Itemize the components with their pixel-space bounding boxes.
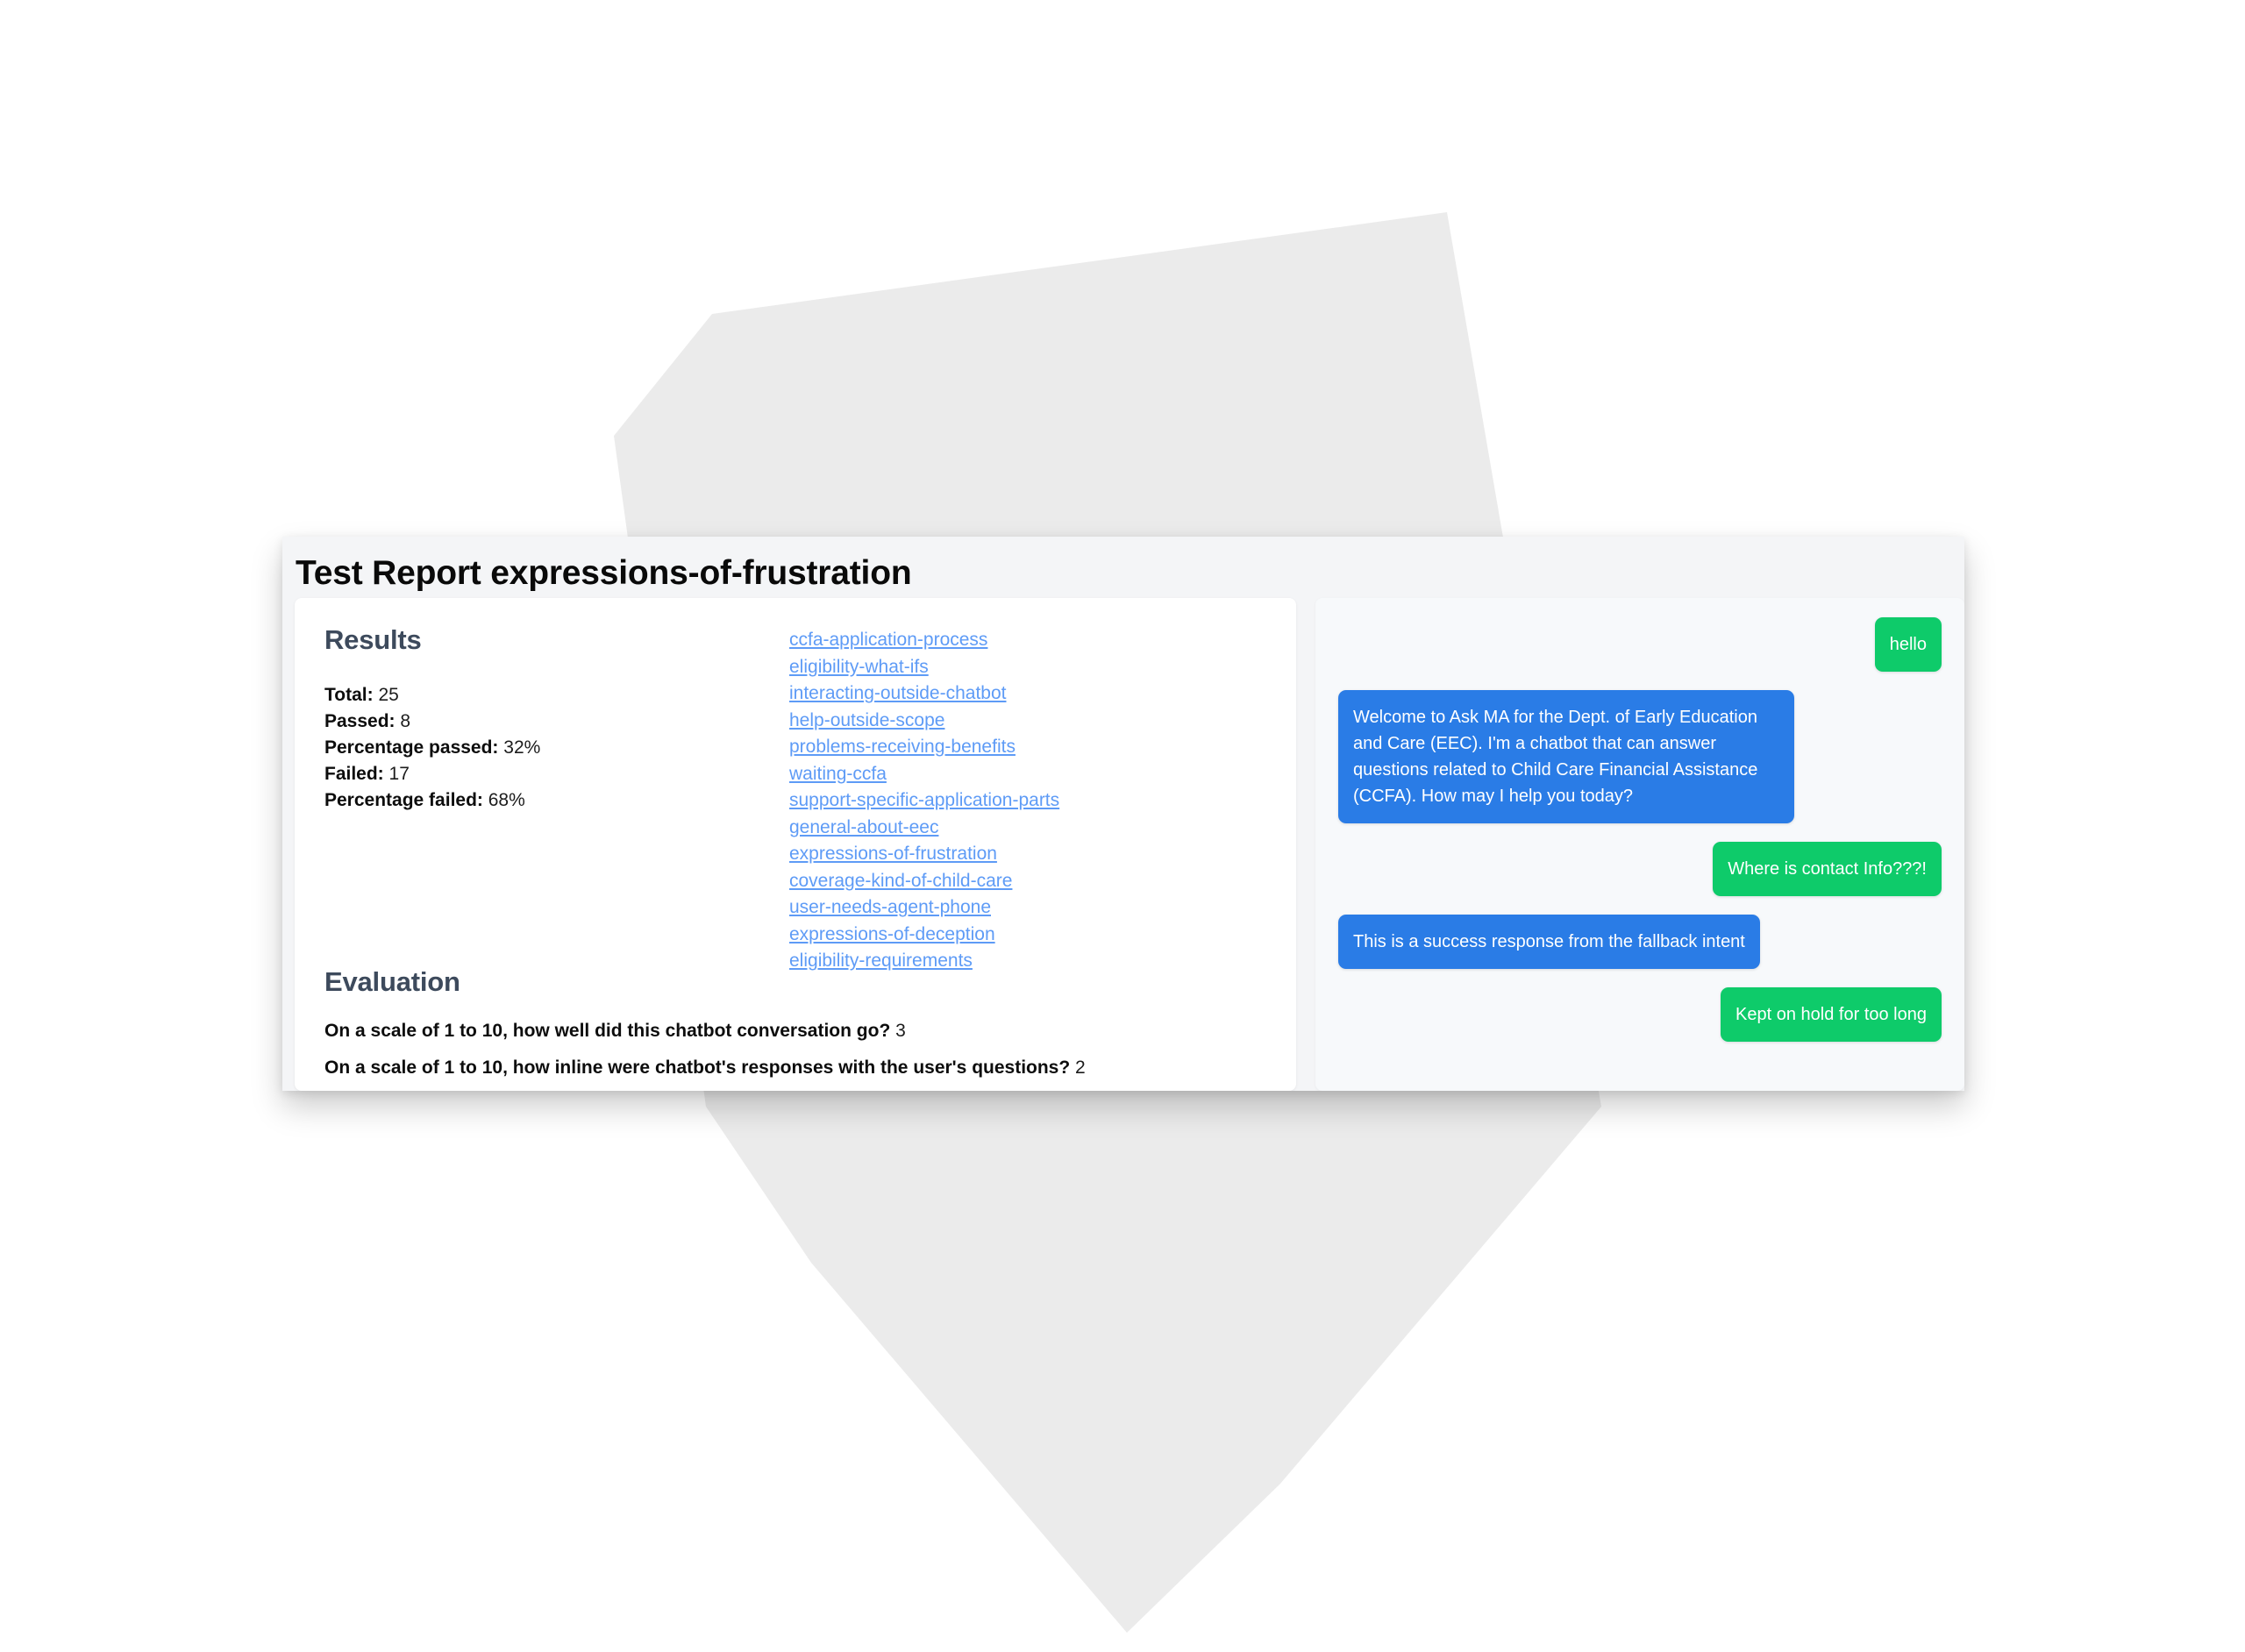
test-case-link[interactable]: expressions-of-frustration (789, 841, 997, 868)
test-case-link[interactable]: interacting-outside-chatbot (789, 680, 1006, 708)
chat-message-row: Kept on hold for too long (1338, 987, 1942, 1042)
stats-list: Total: 25 Passed: 8 Percentage passed: 32%… (324, 682, 789, 814)
stat-value: 17 (383, 764, 410, 784)
test-case-link[interactable]: expressions-of-deception (789, 922, 995, 949)
chat-message-row: Welcome to Ask MA for the Dept. of Early… (1338, 690, 1942, 823)
page-title: Test Report expressions-of-frustration (296, 554, 912, 592)
evaluation-heading: Evaluation (324, 966, 460, 997)
chat-message-row: This is a success response from the fall… (1338, 915, 1942, 969)
stat-label: Percentage passed: (324, 737, 499, 758)
evaluation-item: On a scale of 1 to 10, how inline were c… (324, 1057, 1279, 1079)
results-column: Results Total: 25 Passed: 8 Percentage pas… (324, 624, 789, 975)
stat-label: Failed: (324, 764, 384, 784)
stat-line: Failed: 17 (324, 761, 789, 787)
stat-value: 68% (482, 790, 525, 810)
stat-line: Total: 25 (324, 682, 789, 709)
test-links-list: ccfa-application-process eligibility-what… (789, 624, 1266, 975)
test-case-link[interactable]: coverage-kind-of-child-care (789, 868, 1012, 895)
stat-line: Percentage failed: 68% (324, 787, 789, 814)
evaluation-question: On a scale of 1 to 10, how well did this… (324, 1021, 891, 1041)
stat-value: 32% (498, 737, 541, 758)
user-message-bubble[interactable]: Where is contact Info???! (1713, 842, 1942, 896)
evaluation-question: On a scale of 1 to 10, how inline were c… (324, 1057, 1071, 1078)
stat-line: Passed: 8 (324, 709, 789, 735)
stat-value: 25 (373, 685, 399, 705)
stat-label: Passed: (324, 711, 396, 731)
user-message-bubble[interactable]: Kept on hold for too long (1721, 987, 1942, 1042)
evaluation-list: On a scale of 1 to 10, how well did this… (324, 1021, 1279, 1079)
evaluation-item: On a scale of 1 to 10, how well did this… (324, 1021, 1279, 1042)
results-panel-inner: Results Total: 25 Passed: 8 Percentage pas… (295, 598, 1296, 975)
bot-message-bubble[interactable]: This is a success response from the fall… (1338, 915, 1760, 969)
results-heading: Results (324, 624, 422, 655)
test-case-link[interactable]: waiting-ccfa (789, 761, 887, 788)
stat-label: Total: (324, 685, 374, 705)
test-case-link[interactable]: user-needs-agent-phone (789, 894, 991, 922)
chat-message-row: Where is contact Info???! (1338, 842, 1942, 896)
test-case-link[interactable]: eligibility-what-ifs (789, 654, 929, 681)
test-case-link[interactable]: support-specific-application-parts (789, 787, 1059, 815)
evaluation-answer: 2 (1070, 1057, 1086, 1078)
results-panel: Results Total: 25 Passed: 8 Percentage pas… (295, 598, 1296, 1091)
bot-message-bubble[interactable]: Welcome to Ask MA for the Dept. of Early… (1338, 690, 1794, 823)
report-card: Test Report expressions-of-frustration R… (282, 537, 1964, 1091)
test-case-link[interactable]: help-outside-scope (789, 708, 944, 735)
test-case-link[interactable]: ccfa-application-process (789, 627, 987, 654)
evaluation-section: Evaluation On a scale of 1 to 10, how we… (324, 966, 1279, 1091)
stat-label: Percentage failed: (324, 790, 483, 810)
test-case-link[interactable]: problems-receiving-benefits (789, 734, 1016, 761)
user-message-bubble[interactable]: hello (1874, 617, 1942, 672)
chat-message-row: hello (1338, 617, 1942, 672)
stat-value: 8 (395, 711, 411, 731)
test-case-link[interactable]: general-about-eec (789, 815, 938, 842)
stat-line: Percentage passed: 32% (324, 735, 789, 761)
evaluation-answer: 3 (890, 1021, 906, 1041)
card-body: Results Total: 25 Passed: 8 Percentage pas… (295, 598, 1964, 1091)
chat-transcript-panel[interactable]: hello Welcome to Ask MA for the Dept. of … (1315, 598, 1964, 1091)
